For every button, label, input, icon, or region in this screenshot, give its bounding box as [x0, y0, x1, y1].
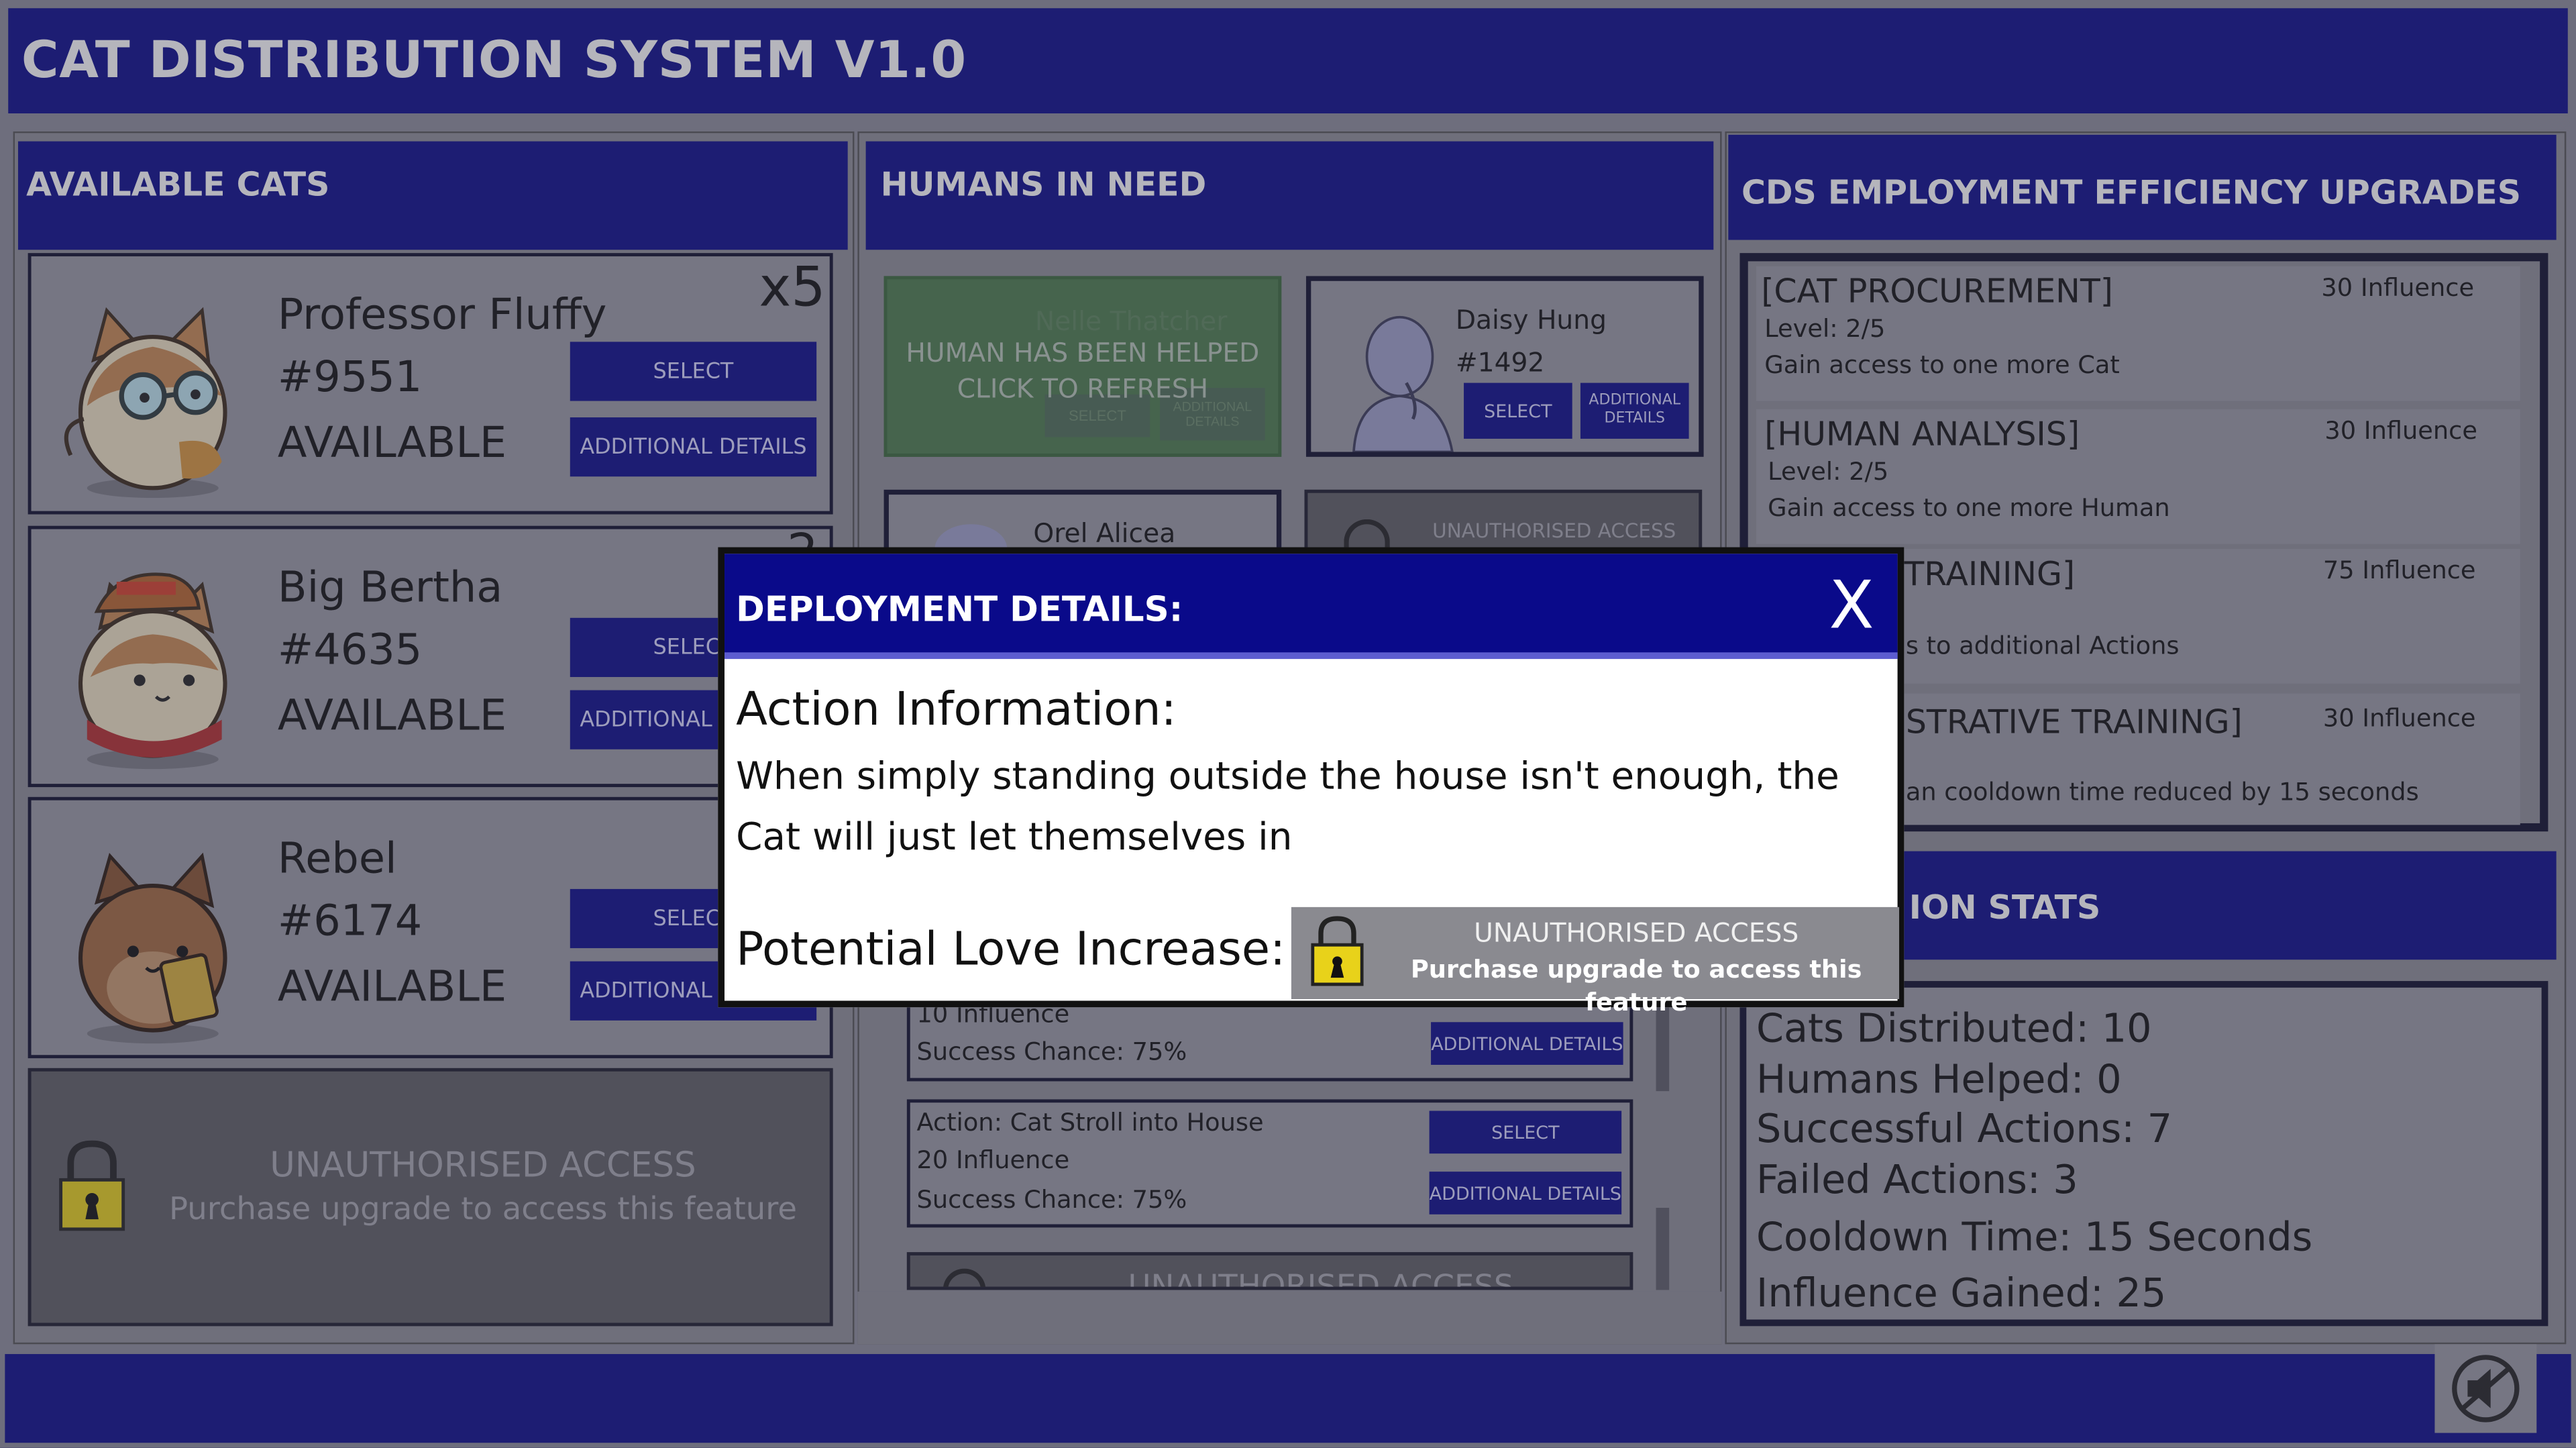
deployment-details-modal: DEPLOYMENT DETAILS: X Action Information… [718, 547, 1904, 1017]
locked-subtitle: Purchase upgrade to access this feature [1410, 954, 1862, 1017]
modal-title: DEPLOYMENT DETAILS: [736, 590, 1183, 629]
locked-love-feature[interactable]: UNAUTHORISED ACCESS Purchase upgrade to … [1291, 907, 1900, 1017]
modal-header: DEPLOYMENT DETAILS: X [724, 554, 1898, 660]
potential-love-label: Potential Love Increase: [736, 921, 1286, 976]
game-screen: CAT DISTRIBUTION SYSTEM V1.0 AVAILABLE C… [0, 0, 2576, 1448]
modal-description: When simply standing outside the house i… [736, 756, 1839, 860]
modal-section-title: Action Information: [736, 682, 1177, 737]
close-button[interactable]: X [1819, 570, 1884, 643]
locked-title: UNAUTHORISED ACCESS [1474, 917, 1799, 949]
padlock-icon [1311, 915, 1364, 988]
